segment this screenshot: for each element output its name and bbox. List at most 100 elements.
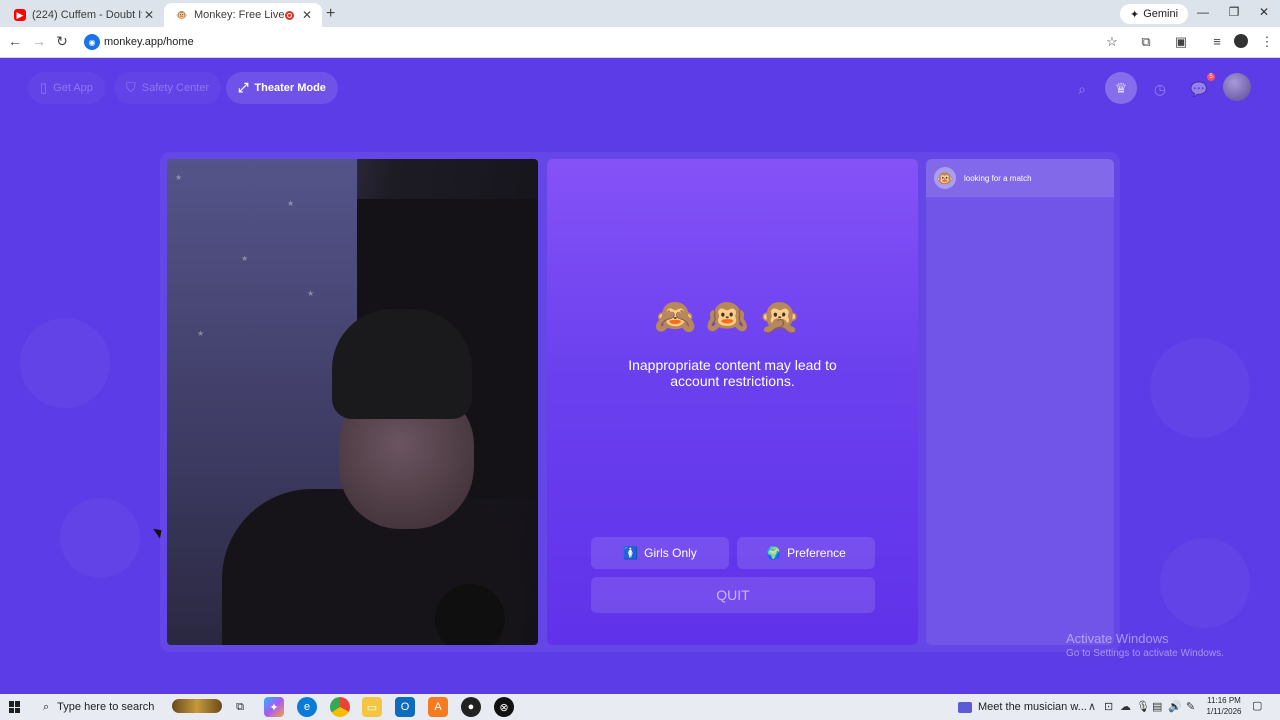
notification-center-icon[interactable]: ▢ — [1252, 699, 1266, 713]
video-icon — [958, 701, 972, 713]
video-microphone — [435, 584, 505, 645]
preference-label: Preference — [787, 546, 846, 560]
address-bar[interactable]: ◉ monkey.app/home — [80, 30, 1130, 54]
task-view-icon[interactable]: ⧉ — [230, 697, 250, 717]
expand-icon: ⤢ — [238, 80, 249, 95]
search-highlight-image — [172, 699, 222, 713]
news-text: Meet the musician w... — [978, 701, 1087, 713]
shield-icon: ⛉ — [126, 80, 136, 95]
user-avatar[interactable] — [1223, 73, 1251, 101]
clock-time: 11:16 PM — [1207, 696, 1241, 705]
recording-icon — [285, 10, 294, 20]
reload-icon[interactable]: ↻ — [53, 33, 71, 50]
copilot-icon[interactable]: ✦ — [264, 697, 284, 717]
new-tab-icon[interactable]: + — [326, 5, 335, 23]
browser-tab-strip: ▶ (224) Cuffem - Doubt It (Officia ✕ 🐵 M… — [0, 0, 1280, 27]
media-controls-icon[interactable]: ≡ — [1208, 34, 1226, 49]
forward-icon[interactable]: → — [30, 33, 48, 49]
tab-title: Monkey: Free Live Video Ch — [194, 9, 285, 21]
watermark-subtitle: Go to Settings to activate Windows. — [1066, 648, 1224, 659]
activate-windows-watermark: Activate Windows Go to Settings to activ… — [1066, 631, 1224, 659]
site-info-icon[interactable]: ◉ — [84, 34, 100, 50]
file-explorer-icon[interactable]: ▭ — [362, 697, 382, 717]
star-decoration: ★ — [287, 199, 295, 208]
watermark-title: Activate Windows — [1066, 631, 1169, 646]
url-text: monkey.app/home — [104, 36, 194, 48]
video-person-hat — [332, 309, 472, 419]
cloud-icon[interactable]: ☁ — [1120, 700, 1131, 713]
star-decoration: ★ — [307, 289, 315, 298]
windows-start-icon[interactable] — [9, 701, 21, 713]
get-app-button[interactable]: ▯ Get App — [28, 72, 105, 104]
history-icon[interactable]: ◷ — [1145, 74, 1175, 104]
monkey-page: ▯ Get App ⛉ Safety Center ⤢ Theater Mode… — [0, 58, 1280, 694]
tab-search-icon[interactable]: ▣ — [1172, 34, 1190, 50]
monkey-avatar-icon: 🐵 — [934, 167, 956, 189]
menu-icon[interactable]: ⋮ — [1258, 34, 1276, 50]
match-status-text: looking for a match — [964, 173, 1032, 183]
background-decoration — [60, 498, 140, 578]
crown-icon[interactable]: ♛ — [1105, 72, 1137, 104]
show-hidden-icons-icon[interactable]: ∧ — [1088, 700, 1096, 713]
close-icon[interactable]: ✕ — [300, 8, 314, 22]
self-video-feed: ★ ★ ★ ★ ★ — [167, 159, 538, 645]
tab-monkey[interactable]: 🐵 Monkey: Free Live Video Ch ✕ — [164, 3, 322, 27]
news-widget[interactable]: Meet the musician w... — [958, 694, 1087, 720]
preference-button[interactable]: 🌍 Preference — [737, 537, 875, 569]
theater-mode-label: Theater Mode — [254, 82, 326, 94]
girls-only-button[interactable]: 🚺 Girls Only — [591, 537, 729, 569]
monkey-emojis: 🙈🙉🙊 — [653, 298, 811, 336]
network-icon[interactable]: ▤ — [1152, 700, 1162, 713]
safety-center-label: Safety Center — [141, 82, 210, 94]
globe-icon: 🌍 — [766, 546, 782, 560]
pen-icon[interactable]: ✎ — [1186, 700, 1195, 713]
phone-icon: ▯ — [40, 80, 48, 95]
star-decoration: ★ — [241, 254, 249, 263]
gemini-button[interactable]: ✦ Gemini — [1120, 4, 1189, 24]
background-decoration — [1150, 338, 1250, 438]
extensions-icon[interactable]: ⧉ — [1137, 34, 1155, 50]
windows-taskbar: ⌕ Type here to search ⧉ ✦ e ▭ O A ● ⊗ Me… — [0, 694, 1280, 720]
edge-icon[interactable]: e — [297, 697, 317, 717]
profile-avatar[interactable] — [1234, 34, 1248, 48]
taskbar-search-placeholder: Type here to search — [57, 701, 155, 713]
search-icon[interactable]: ⌕ — [1067, 74, 1097, 104]
clock-date: 1/11/2026 — [1206, 707, 1242, 716]
tab-title: (224) Cuffem - Doubt It (Officia — [32, 9, 142, 21]
youtube-icon: ▶ — [14, 9, 26, 21]
window-close-icon[interactable]: ✕ — [1254, 5, 1274, 19]
record-app-icon[interactable]: ● — [461, 697, 481, 717]
browser-toolbar: ← → ↻ ◉ monkey.app/home ☆ ⧉ ▣ ≡ ⋮ — [0, 27, 1280, 58]
tab-youtube[interactable]: ▶ (224) Cuffem - Doubt It (Officia ✕ — [2, 3, 164, 27]
quit-button[interactable]: QUIT — [591, 577, 875, 613]
minimize-icon[interactable]: — — [1193, 5, 1213, 19]
safety-center-button[interactable]: ⛉ Safety Center — [114, 72, 222, 104]
restore-icon[interactable]: ❐ — [1224, 5, 1244, 19]
gemini-label: Gemini — [1143, 8, 1179, 20]
microphone-icon[interactable]: 🎙 — [1136, 700, 1150, 713]
match-status-row: 🐵 looking for a match — [926, 159, 1114, 197]
outlook-icon[interactable]: O — [395, 697, 415, 717]
search-icon: ⌕ — [43, 700, 50, 713]
system-clock[interactable]: 11:16 PM 1/11/2026 — [1200, 695, 1248, 717]
bookmark-star-icon[interactable]: ☆ — [1103, 34, 1121, 50]
female-icon: 🚺 — [623, 546, 639, 560]
monkey-icon: 🐵 — [176, 9, 188, 20]
chrome-icon[interactable] — [330, 697, 350, 717]
background-decoration — [20, 318, 110, 408]
warning-text: Inappropriate content may lead to accoun… — [628, 357, 837, 389]
back-icon[interactable]: ← — [6, 33, 24, 49]
star-decoration: ★ — [175, 173, 183, 182]
volume-icon[interactable]: 🔊 — [1168, 700, 1182, 713]
meet-icon[interactable]: ⊡ — [1104, 700, 1113, 713]
notification-badge: 5 — [1207, 73, 1215, 81]
side-panel: 🐵 looking for a match — [926, 159, 1114, 645]
theater-mode-button[interactable]: ⤢ Theater Mode — [226, 72, 338, 104]
star-decoration: ★ — [197, 329, 205, 338]
match-panel: 🙈🙉🙊 Inappropriate content may lead to ac… — [547, 159, 918, 645]
close-icon[interactable]: ✕ — [142, 8, 156, 22]
app-a-icon[interactable]: A — [428, 697, 448, 717]
background-decoration — [1160, 538, 1250, 628]
girls-only-label: Girls Only — [644, 546, 697, 560]
xbox-icon[interactable]: ⊗ — [494, 697, 514, 717]
